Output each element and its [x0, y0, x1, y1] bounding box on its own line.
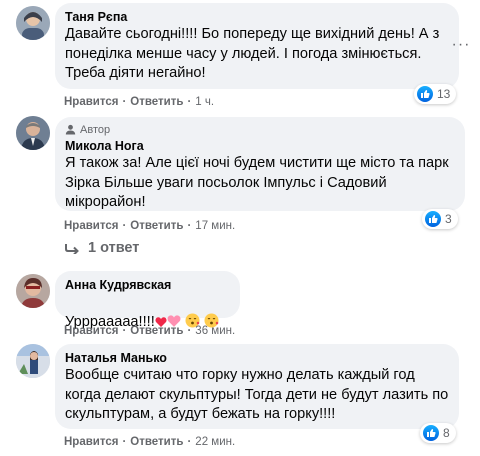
comment-timestamp[interactable]: 1 ч.	[195, 96, 214, 108]
avatar[interactable]	[16, 344, 50, 378]
author-badge: Автор	[65, 123, 455, 136]
comment-bubble: Таня Рєпа Давайте сьогодні!!!! Бо попере…	[55, 3, 459, 89]
author-badge-icon	[65, 124, 76, 135]
reaction-count: 3	[445, 212, 452, 226]
reaction-summary[interactable]: 13	[414, 84, 457, 104]
like-button[interactable]: Нравится	[64, 220, 118, 232]
comment-actions: Нравится · Ответить · 36 мин.	[64, 325, 235, 337]
like-icon	[417, 86, 433, 102]
separator-dot: ·	[187, 96, 192, 108]
comment-bubble: Анна Кудрявская Урррааааа!!!!	[55, 271, 240, 330]
reaction-count: 8	[443, 426, 450, 440]
comment-actions: Нравится · Ответить · 17 мин.	[64, 220, 235, 232]
reply-button[interactable]: Ответить	[130, 325, 183, 337]
comment-actions: Нравится · Ответить · 22 мин.	[64, 436, 235, 448]
comment-timestamp[interactable]: 36 мин.	[195, 325, 235, 337]
comment-bubble: Автор Микола Нога Я також за! Але цієї н…	[55, 117, 465, 211]
comment-actions: Нравится · Ответить · 1 ч.	[64, 96, 214, 108]
reaction-summary[interactable]: 8	[420, 423, 456, 443]
comment-timestamp[interactable]: 17 мин.	[195, 220, 235, 232]
separator-dot: ·	[122, 96, 127, 108]
author-badge-label: Автор	[80, 123, 111, 136]
comment-text: Давайте сьогодні!!!! Бо попереду ще вихі…	[65, 26, 440, 81]
reply-button[interactable]: Ответить	[130, 220, 183, 232]
separator-dot: ·	[122, 325, 127, 337]
separator-dot: ·	[122, 436, 127, 448]
comment-author[interactable]: Наталья Манько	[65, 350, 449, 366]
reply-button[interactable]: Ответить	[130, 436, 183, 448]
comment-bubble: Наталья Манько Вообще считаю что горку н…	[55, 344, 459, 429]
reply-arrow-icon	[65, 244, 79, 254]
like-icon	[423, 425, 439, 441]
avatar[interactable]	[16, 116, 50, 150]
separator-dot: ·	[187, 436, 192, 448]
avatar[interactable]	[16, 6, 50, 40]
comment-timestamp[interactable]: 22 мин.	[195, 436, 235, 448]
replies-count: 1 ответ	[88, 240, 140, 256]
comment-author[interactable]: Анна Кудрявская	[65, 277, 230, 293]
comment-author[interactable]: Микола Нога	[65, 138, 455, 154]
comment-author[interactable]: Таня Рєпа	[65, 9, 449, 25]
like-button[interactable]: Нравится	[64, 325, 118, 337]
like-button[interactable]: Нравится	[64, 436, 118, 448]
avatar[interactable]	[16, 274, 50, 308]
view-replies-link[interactable]: 1 ответ	[64, 240, 139, 256]
reaction-count: 13	[437, 87, 451, 101]
like-button[interactable]: Нравится	[64, 96, 118, 108]
reply-button[interactable]: Ответить	[130, 96, 183, 108]
separator-dot: ·	[187, 325, 192, 337]
separator-dot: ·	[187, 220, 192, 232]
more-options-icon[interactable]: ···	[450, 34, 472, 56]
separator-dot: ·	[122, 220, 127, 232]
comment-text: Вообще считаю что горку нужно делать каж…	[65, 367, 449, 422]
like-icon	[425, 211, 441, 227]
comment-text: Я також за! Але цієї ночі будем чистити …	[65, 155, 449, 210]
reaction-summary[interactable]: 3	[422, 209, 458, 229]
